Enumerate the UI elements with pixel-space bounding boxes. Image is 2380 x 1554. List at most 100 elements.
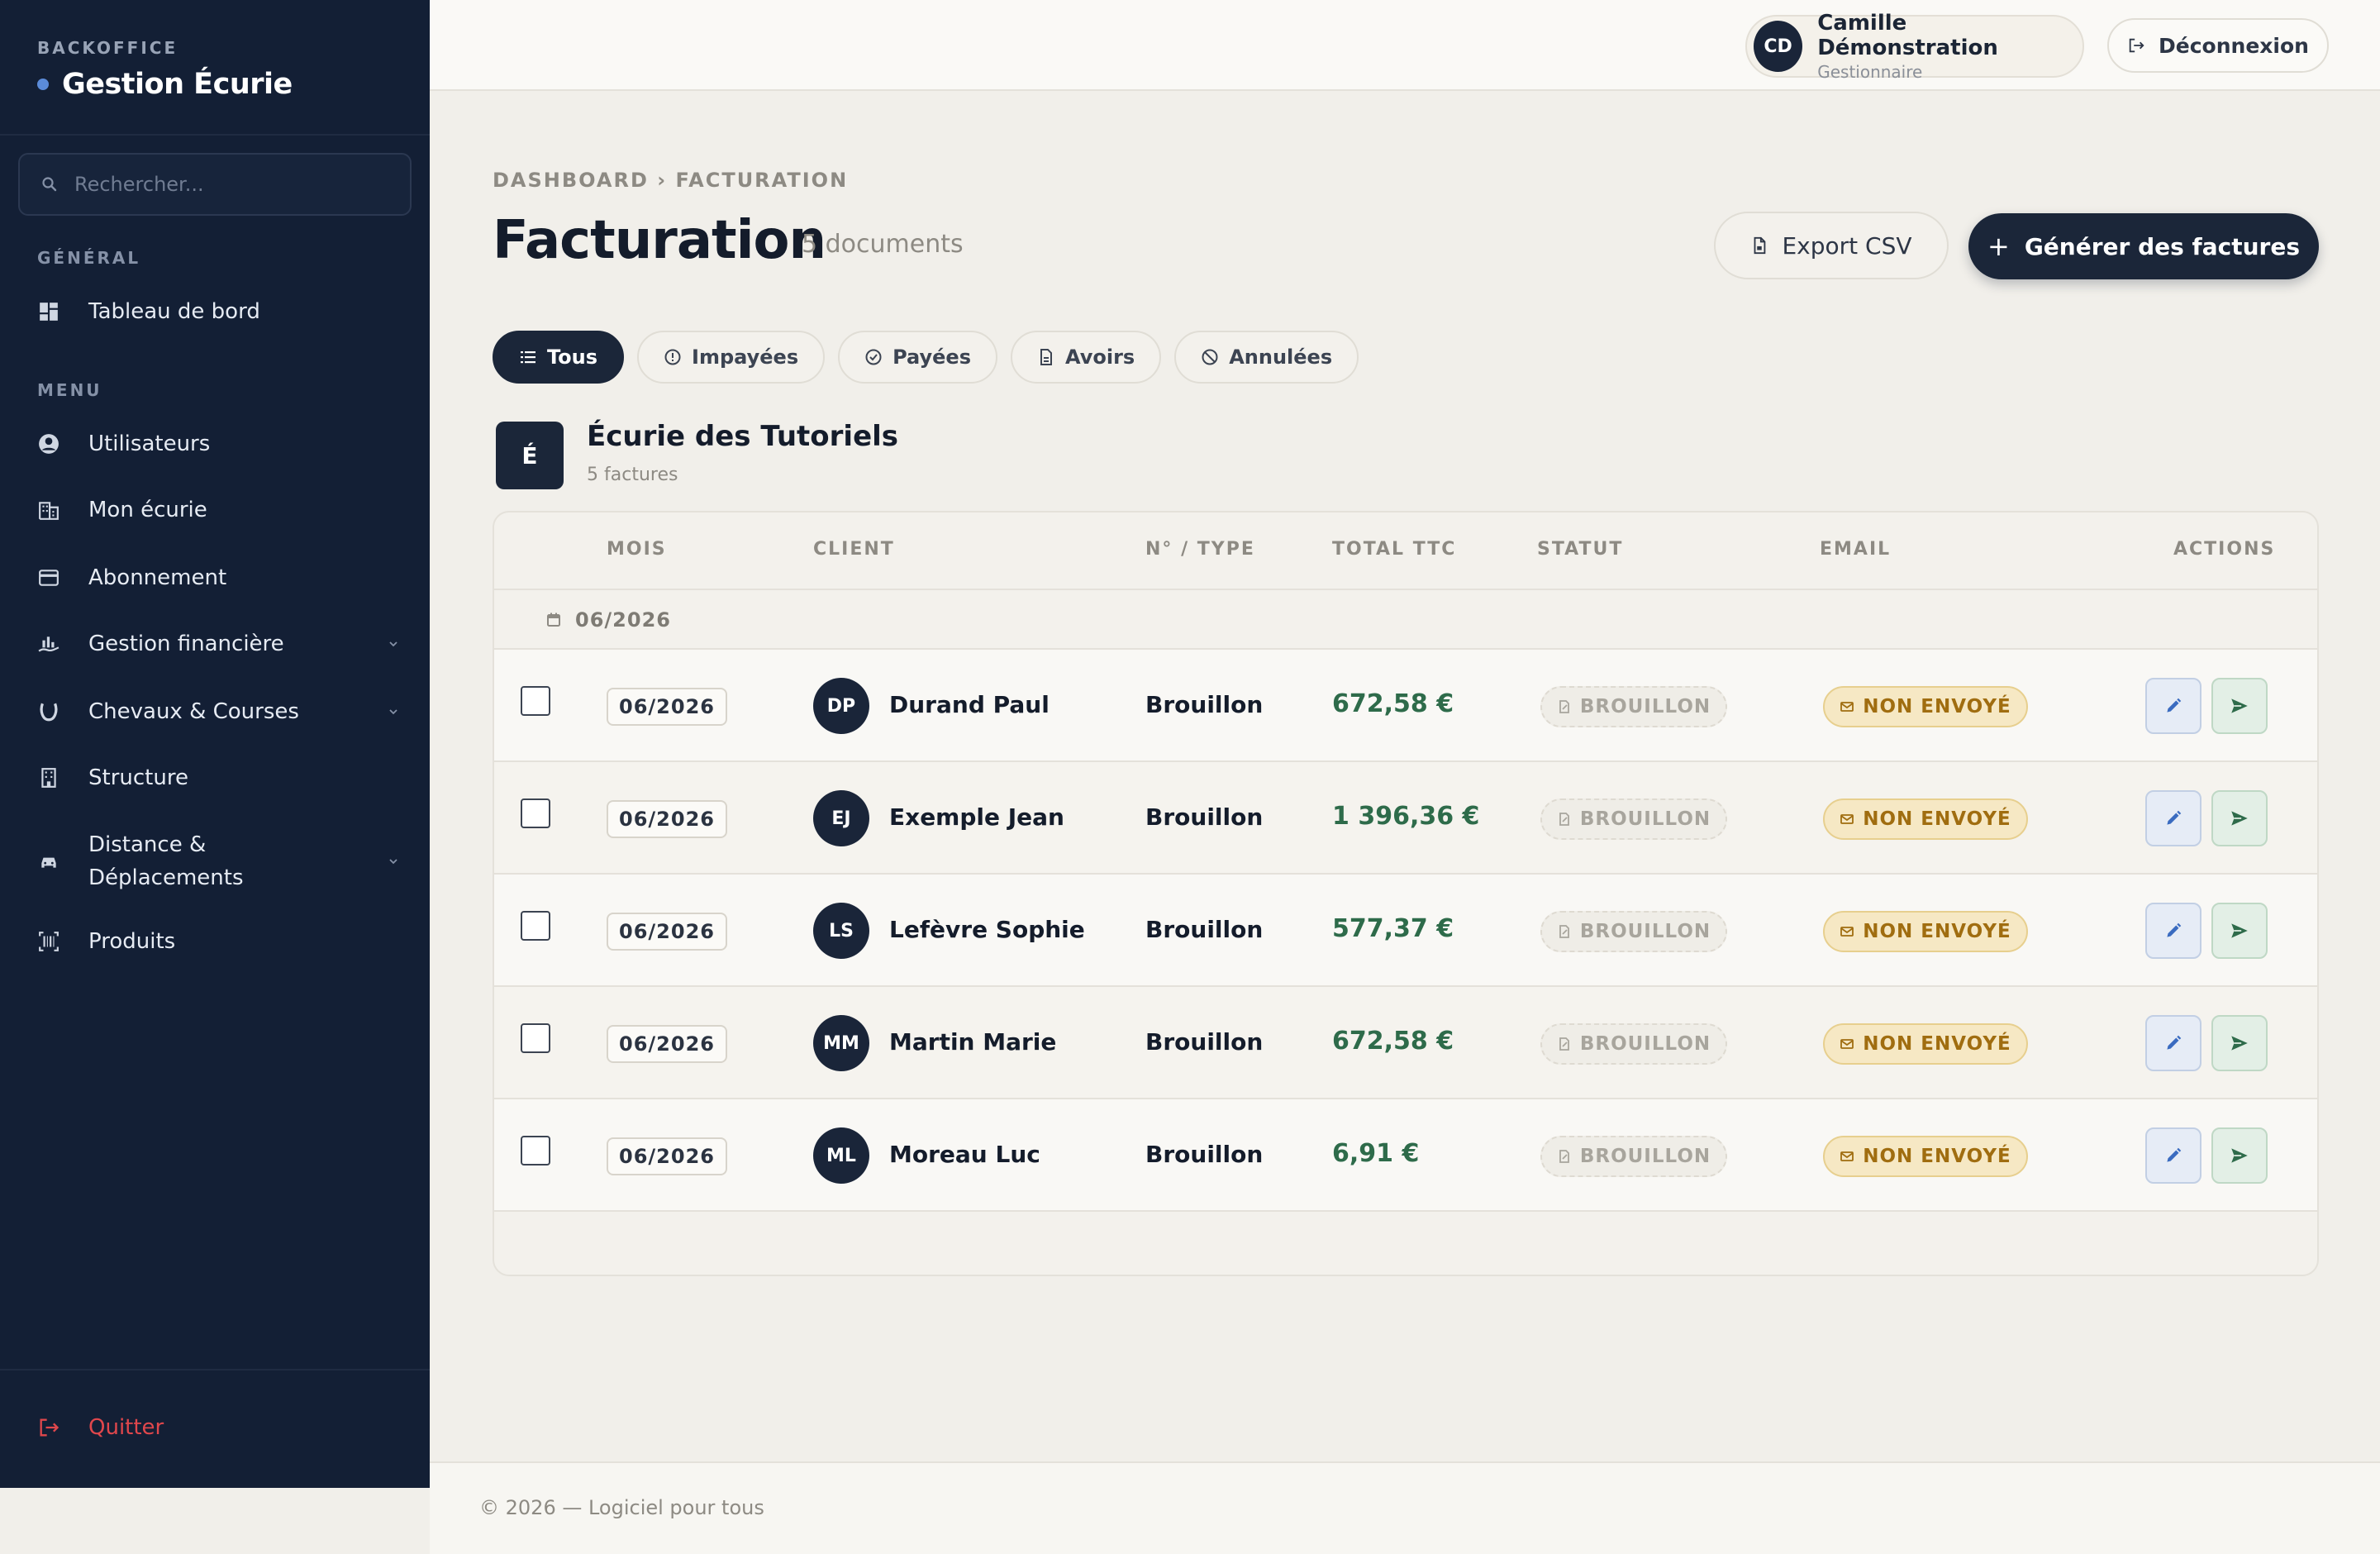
sidebar-item-label: Tableau de bord	[88, 299, 260, 324]
status-text: BROUILLON	[1579, 1146, 1711, 1167]
month-pill: 06/2026	[607, 1137, 727, 1175]
send-button[interactable]	[2211, 1015, 2268, 1071]
pencil-icon	[2167, 698, 2182, 713]
column-header-client[interactable]: CLIENT	[813, 539, 895, 560]
row-checkbox[interactable]	[521, 686, 550, 716]
filter-tab-all[interactable]: Tous	[493, 331, 625, 384]
chevron-down-icon[interactable]	[386, 636, 401, 651]
send-button[interactable]	[2211, 1127, 2268, 1184]
month-group-text: 06/2026	[575, 608, 671, 632]
column-header-month[interactable]: MOIS	[607, 539, 667, 560]
user-menu[interactable]: CD Camille Démonstration Gestionnaire	[1745, 11, 2084, 82]
table-row: 06/2026 EJ Exemple Jean Brouillon 1 396,…	[494, 762, 2317, 875]
month-pill: 06/2026	[607, 1025, 727, 1063]
chevron-down-icon[interactable]	[386, 704, 401, 719]
logout-label: Déconnexion	[2159, 33, 2309, 58]
row-checkbox[interactable]	[521, 1136, 550, 1166]
search-input[interactable]	[74, 173, 388, 196]
sidebar-item-horses[interactable]: Chevaux & Courses	[37, 699, 401, 724]
send-button[interactable]	[2211, 678, 2268, 734]
filter-tab-credits[interactable]: Avoirs	[1011, 331, 1162, 384]
brand-kicker: BACKOFFICE	[37, 38, 178, 58]
invoices-table: MOIS CLIENT N° / TYPE TOTAL TTC STATUT E…	[493, 511, 2319, 1276]
table-row: 06/2026 DP Durand Paul Brouillon 672,58 …	[494, 650, 2317, 762]
document-icon	[1040, 349, 1052, 365]
sidebar-item-label: Abonnement	[88, 565, 227, 590]
draft-icon	[1559, 1150, 1569, 1163]
edit-button[interactable]	[2145, 1015, 2202, 1071]
sidebar-item-dashboard[interactable]: Tableau de bord	[37, 299, 401, 324]
sidebar-item-products[interactable]: Produits	[37, 929, 401, 954]
label-line-2: Déplacements	[88, 865, 244, 890]
avatar: CD	[1754, 21, 1803, 72]
sidebar-item-users[interactable]: Utilisateurs	[37, 431, 401, 456]
barcode-icon	[37, 930, 60, 953]
list-icon	[521, 351, 536, 364]
send-button[interactable]	[2211, 790, 2268, 846]
edit-button[interactable]	[2145, 903, 2202, 959]
sidebar-item-finance[interactable]: Gestion financière	[37, 632, 401, 656]
footer: © 2026 — Logiciel pour tous	[430, 1461, 2380, 1554]
client-avatar: ML	[813, 1127, 869, 1184]
edit-button[interactable]	[2145, 790, 2202, 846]
check-circle-icon	[865, 349, 882, 365]
quit-button[interactable]: Quitter	[37, 1415, 164, 1440]
sidebar-item-label: Gestion financière	[88, 632, 284, 656]
credit-card-icon	[37, 566, 60, 589]
mail-icon	[1840, 702, 1854, 712]
invoice-total: 672,58 €	[1332, 689, 1454, 718]
chevron-down-icon[interactable]	[386, 854, 401, 869]
status-text: BROUILLON	[1579, 1033, 1711, 1055]
send-icon	[2231, 923, 2248, 938]
filter-tab-paid[interactable]: Payées	[838, 331, 997, 384]
filter-label: Avoirs	[1065, 346, 1135, 369]
logout-icon	[40, 1418, 60, 1437]
client-avatar: EJ	[813, 790, 869, 846]
column-header-actions: ACTIONS	[2173, 539, 2276, 560]
send-button[interactable]	[2211, 903, 2268, 959]
filter-tab-unpaid[interactable]: Impayées	[637, 331, 826, 384]
draft-icon	[1559, 1037, 1569, 1051]
status-text: BROUILLON	[1579, 696, 1711, 717]
filter-tabs: Tous Impayées Payées Avoirs Annulées	[493, 331, 1359, 384]
edit-button[interactable]	[2145, 1127, 2202, 1184]
sidebar-item-stable[interactable]: Mon écurie	[37, 498, 401, 522]
sidebar-item-structure[interactable]: Structure	[37, 765, 401, 790]
filter-label: Annulées	[1229, 346, 1333, 369]
dashboard-icon	[37, 300, 60, 323]
row-checkbox[interactable]	[521, 911, 550, 941]
column-header-status[interactable]: STATUT	[1537, 539, 1623, 560]
client-name: Exemple Jean	[889, 803, 1064, 831]
export-csv-button[interactable]: Export CSV	[1714, 212, 1949, 279]
column-header-total[interactable]: TOTAL TTC	[1332, 539, 1456, 560]
status-text: BROUILLON	[1579, 808, 1711, 830]
send-icon	[2231, 1036, 2248, 1051]
tower-icon	[37, 766, 60, 789]
row-checkbox[interactable]	[521, 798, 550, 828]
sidebar-search[interactable]	[18, 153, 412, 216]
column-header-type[interactable]: N° / TYPE	[1145, 539, 1255, 560]
invoice-total: 672,58 €	[1332, 1027, 1454, 1056]
row-checkbox[interactable]	[521, 1023, 550, 1053]
plus-icon: +	[1987, 231, 2010, 262]
sidebar-item-distance[interactable]: Distance & Déplacements	[37, 828, 401, 894]
sidebar-item-label: Mon écurie	[88, 498, 207, 522]
sidebar-divider	[0, 1369, 430, 1370]
logout-button[interactable]: Déconnexion	[2107, 18, 2329, 73]
invoice-total: 577,37 €	[1332, 914, 1454, 943]
email-status-badge: NON ENVOYÉ	[1823, 798, 2028, 840]
chart-hand-icon	[37, 632, 60, 655]
brand-title[interactable]: Gestion Écurie	[37, 68, 293, 101]
generate-invoices-button[interactable]: + Générer des factures	[1968, 213, 2319, 279]
sidebar-item-label: Structure	[88, 765, 188, 790]
filter-tab-cancelled[interactable]: Annulées	[1174, 331, 1359, 384]
edit-button[interactable]	[2145, 678, 2202, 734]
month-group-row[interactable]: 06/2026	[494, 590, 2317, 650]
status-text: BROUILLON	[1579, 921, 1711, 942]
mail-icon	[1840, 1151, 1854, 1161]
sidebar-item-subscription[interactable]: Abonnement	[37, 565, 401, 590]
section-label-general: GÉNÉRAL	[37, 248, 141, 268]
send-icon	[2231, 698, 2248, 713]
status-badge: BROUILLON	[1540, 1136, 1727, 1177]
column-header-email[interactable]: EMAIL	[1820, 539, 1891, 560]
